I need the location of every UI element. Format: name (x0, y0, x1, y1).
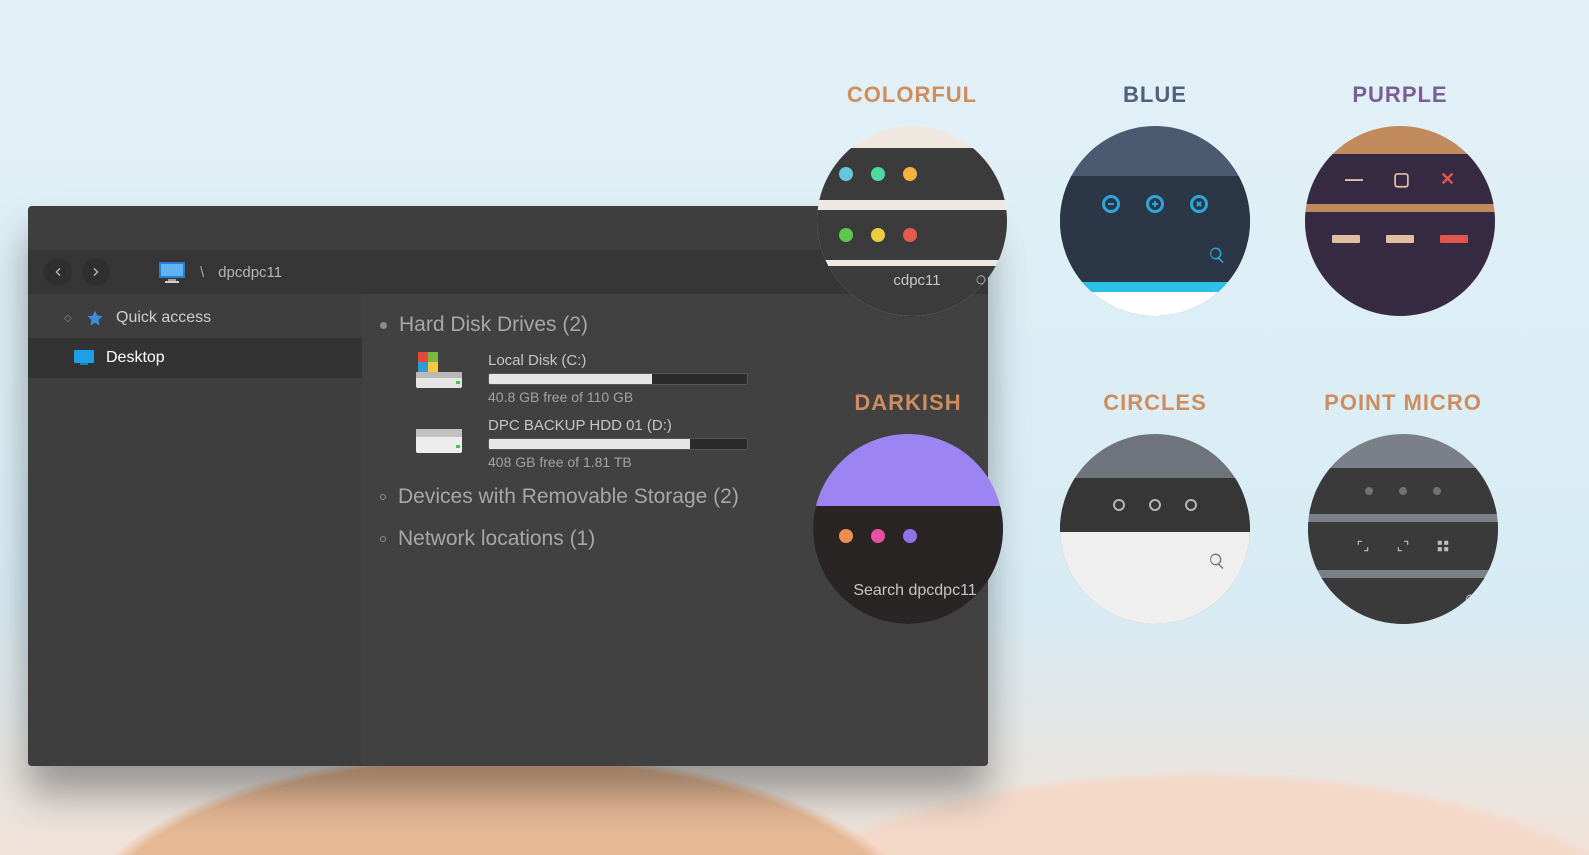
collapse-bullet-icon (380, 536, 386, 542)
maximize-icon: ▢ (1393, 169, 1410, 190)
content-area (1060, 292, 1250, 316)
search-icon (1208, 246, 1226, 269)
theme-preview-circle: cdpc11 (817, 126, 1007, 316)
search-snippet-text: cdpc11 (893, 272, 940, 289)
path-separator-icon: \ (196, 264, 208, 281)
theme-label: PURPLE (1300, 82, 1500, 108)
minimize-icon (1102, 195, 1120, 213)
theme-preview-circle (1060, 126, 1250, 316)
collapse-bullet-icon (380, 494, 386, 500)
sidebar-item-label: Desktop (106, 349, 165, 367)
dot-icon (1399, 487, 1407, 495)
theme-label: DARKISH (808, 390, 1008, 416)
monitor-icon (158, 261, 186, 283)
accent-bar (1060, 282, 1250, 292)
traffic-lights-row (813, 506, 1003, 566)
theme-preview-blue[interactable]: BLUE (1055, 82, 1255, 316)
category-label: Network locations (1) (398, 527, 595, 551)
theme-preview-purple[interactable]: PURPLE — ▢ ✕ (1300, 82, 1500, 316)
search-icon (975, 274, 989, 292)
category-label: Hard Disk Drives (2) (399, 313, 588, 337)
theme-preview-circle (1060, 434, 1250, 624)
circle-icon (1113, 499, 1125, 511)
drive-icon (412, 417, 466, 464)
theme-label: COLORFUL (812, 82, 1012, 108)
theme-preview-colorful[interactable]: COLORFUL cdpc11 (812, 82, 1012, 316)
expand-icon: ◇ (64, 313, 74, 324)
theme-label: CIRCLES (1055, 390, 1255, 416)
sidebar-item-label: Quick access (116, 309, 211, 327)
desktop-icon (74, 350, 94, 366)
search-row: Search dpcdpc11 (813, 566, 1003, 624)
search-icon (1463, 286, 1479, 307)
close-icon (1190, 195, 1208, 213)
toolbar-row (1308, 522, 1498, 570)
circle-icon (1149, 499, 1161, 511)
sidebar-item-desktop[interactable]: Desktop (28, 338, 362, 378)
circle-icon (1185, 499, 1197, 511)
star-icon (86, 309, 104, 327)
sidebar: ◇ Quick access Desktop (28, 294, 362, 766)
bar-icon (1440, 235, 1468, 243)
window-controls-row (1060, 478, 1250, 532)
usage-bar (488, 438, 748, 450)
theme-preview-circles[interactable]: CIRCLES (1055, 390, 1255, 624)
toolbar-row (1305, 212, 1495, 266)
sidebar-item-quick-access[interactable]: ◇ Quick access (28, 298, 362, 338)
toolbar-row (1305, 266, 1495, 316)
expand-bullet-icon (380, 322, 387, 329)
window-controls-row: — ▢ ✕ (1305, 154, 1495, 204)
theme-preview-circle: Search dpcdpc11 (813, 434, 1003, 624)
expand-icon (1396, 539, 1410, 553)
content-area (1060, 594, 1250, 624)
theme-label: POINT MICRO (1298, 390, 1508, 416)
theme-label: BLUE (1055, 82, 1255, 108)
expand-icon (1356, 539, 1370, 553)
path-location[interactable]: dpcdpc11 (218, 264, 282, 281)
drive-name: Local Disk (C:) (488, 352, 968, 369)
grid-icon (1436, 539, 1450, 553)
toolbar-row (1060, 232, 1250, 282)
drive-icon (412, 352, 466, 399)
search-icon (1464, 593, 1480, 614)
theme-preview-circle (1308, 434, 1498, 624)
theme-preview-point-micro[interactable]: POINT MICRO (1298, 390, 1508, 624)
usage-bar (488, 373, 748, 385)
close-icon: ✕ (1440, 169, 1455, 190)
dot-icon (1433, 487, 1441, 495)
usage-bar-fill (489, 439, 690, 449)
search-snippet: cdpc11 (817, 266, 1007, 316)
search-text: Search dpcdpc11 (853, 582, 976, 599)
window-controls-row (1308, 468, 1498, 514)
dot-icon (1365, 487, 1373, 495)
bar-icon (1386, 235, 1414, 243)
category-label: Devices with Removable Storage (2) (398, 485, 739, 509)
toolbar-row (1060, 532, 1250, 594)
window-controls-row (1060, 176, 1250, 232)
usage-bar-fill (489, 374, 652, 384)
toolbar-row (1308, 578, 1498, 624)
traffic-lights-row (817, 210, 1007, 260)
traffic-lights-row (817, 148, 1007, 200)
theme-preview-circle: — ▢ ✕ (1305, 126, 1495, 316)
search-icon (1208, 552, 1226, 575)
maximize-icon (1146, 195, 1164, 213)
minimize-icon: — (1345, 169, 1363, 190)
bar-icon (1332, 235, 1360, 243)
nav-back-button[interactable] (44, 258, 72, 286)
nav-forward-button[interactable] (82, 258, 110, 286)
theme-preview-darkish[interactable]: DARKISH Search dpcdpc11 (808, 390, 1008, 624)
